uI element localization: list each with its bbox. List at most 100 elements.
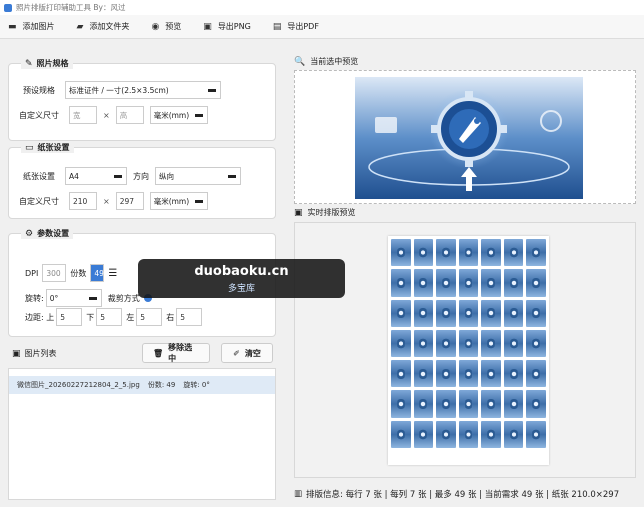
list-item-rotation: 旋转: 0° <box>183 381 210 389</box>
photo-tile <box>526 360 546 388</box>
status-bar: ▥ 排版信息: 每行 7 张 | 每列 7 张 | 最多 49 张 | 当前需求… <box>294 484 644 504</box>
photo-tile <box>481 360 501 388</box>
paper-sheet <box>388 236 549 465</box>
photo-tile <box>436 299 456 327</box>
current-preview-title: 当前选中预览 <box>310 57 359 66</box>
photo-tile <box>436 329 456 358</box>
paper-select[interactable]: A4 <box>65 167 127 185</box>
margin-bottom-label: 下 <box>86 312 95 322</box>
photo-grid <box>391 239 546 448</box>
broom-icon: ✐ <box>233 348 240 358</box>
chevron-down-icon <box>87 291 98 305</box>
photo-tile <box>458 329 479 358</box>
photo-tile <box>458 299 479 327</box>
add-image-button[interactable]: ▬ 添加图片 <box>0 17 63 37</box>
photo-tile <box>413 360 434 388</box>
image-list[interactable]: 微信图片_20260227212804_2_5.jpg 份数: 49 旋转: 0… <box>8 368 276 500</box>
folder-icon: ▰ <box>76 21 84 32</box>
photo-width-input[interactable]: 宽 <box>69 106 97 124</box>
eye-icon: ◉ <box>151 21 160 32</box>
margin-right-input[interactable]: 5 <box>176 308 203 326</box>
photo-tile <box>526 269 546 297</box>
layout-preview-title: 实时排版预览 <box>307 208 356 217</box>
current-preview-header: 🔍 当前选中预览 <box>294 56 358 67</box>
document-icon: ▭ <box>25 142 34 153</box>
dpi-input[interactable]: 300 <box>42 264 67 282</box>
watermark-main: duobaoku.cn <box>194 264 289 279</box>
photo-tile <box>503 420 524 448</box>
app-icon <box>4 3 12 12</box>
chevron-down-icon <box>207 83 217 97</box>
stepper-icon[interactable]: ☰ <box>108 268 117 279</box>
photo-spec-title-text: 照片规格 <box>36 59 69 68</box>
times-sign: × <box>103 196 110 206</box>
preview-label: 预览 <box>165 22 182 31</box>
export-image-icon: ▣ <box>203 21 212 32</box>
photo-unit-select[interactable]: 毫米(mm) <box>149 106 208 124</box>
copies-input[interactable]: 49 <box>90 264 105 282</box>
photo-custom-size-label: 自定义尺寸 <box>19 110 59 120</box>
paper-unit-select[interactable]: 毫米(mm) <box>149 192 208 210</box>
remove-selected-button[interactable]: 🗑 移除选中 <box>142 343 210 363</box>
copies-label: 份数 <box>70 268 87 278</box>
paper-label: 纸张设置 <box>23 171 55 181</box>
export-png-button[interactable]: ▣ 导出PNG <box>195 17 259 37</box>
chart-icon: ▥ <box>294 489 303 499</box>
paper-custom-size-label: 自定义尺寸 <box>19 196 59 206</box>
photo-height-input[interactable]: 高 <box>115 106 144 124</box>
photo-tile <box>458 420 479 448</box>
gear-icon: ⚙ <box>25 228 34 239</box>
paper-value: A4 <box>69 171 79 181</box>
margin-row: 边距: 上 5 下 5 左 5 右 5 <box>25 308 203 326</box>
preview-button[interactable]: ◉ 预览 <box>143 17 189 37</box>
paper-size-row: 纸张设置 A4 方向 纵向 <box>23 167 241 185</box>
layout-preview-header: ▣ 实时排版预览 <box>294 207 356 218</box>
margin-bottom-input[interactable]: 5 <box>96 308 123 326</box>
rotation-row: 旋转: 0° 裁剪方式 <box>25 289 152 307</box>
remove-selected-label: 移除选中 <box>168 343 193 363</box>
photo-tile <box>391 269 411 297</box>
photo-tile <box>458 269 479 297</box>
photo-tile <box>503 329 524 358</box>
image-icon: ▣ <box>12 348 21 359</box>
chevron-down-icon <box>193 194 204 208</box>
clear-button[interactable]: ✐ 清空 <box>221 343 273 363</box>
preset-value: 标准证件 / 一寸(2.5×3.5cm) <box>69 85 169 95</box>
title-bar: 照片排版打印辅助工具 By：风过 <box>0 0 644 15</box>
paper-width-input[interactable]: 210 <box>69 192 97 210</box>
photo-tile <box>481 269 501 297</box>
export-pdf-button[interactable]: ▤ 导出PDF <box>265 17 327 37</box>
preset-row: 预设规格 标准证件 / 一寸(2.5×3.5cm) <box>23 81 221 99</box>
photo-tile <box>413 239 434 267</box>
preset-select[interactable]: 标准证件 / 一寸(2.5×3.5cm) <box>65 81 221 99</box>
export-png-label: 导出PNG <box>217 22 251 31</box>
photo-tile <box>503 390 524 418</box>
export-pdf-label: 导出PDF <box>287 22 319 31</box>
add-folder-label: 添加文件夹 <box>89 22 130 31</box>
orientation-value: 纵向 <box>159 171 174 181</box>
margin-left-label: 左 <box>126 312 135 322</box>
photo-tile <box>526 329 546 358</box>
photo-tile <box>413 390 434 418</box>
add-image-label: 添加图片 <box>22 22 55 31</box>
paper-group: ▭ 纸张设置 纸张设置 A4 方向 纵向 自定义尺寸 210 × 297 毫米(… <box>8 142 276 219</box>
custom-size-row: 自定义尺寸 宽 × 高 毫米(mm) <box>19 106 208 124</box>
photo-tile <box>436 420 456 448</box>
add-folder-button[interactable]: ▰ 添加文件夹 <box>69 17 138 37</box>
rotation-select[interactable]: 0° <box>45 289 102 307</box>
margin-left-input[interactable]: 5 <box>136 308 163 326</box>
photo-tile <box>391 329 411 358</box>
paper-height-input[interactable]: 297 <box>115 192 144 210</box>
list-item[interactable]: 微信图片_20260227212804_2_5.jpg 份数: 49 旋转: 0… <box>9 376 275 394</box>
photo-tile <box>458 360 479 388</box>
photo-tile <box>503 360 524 388</box>
margin-top-input[interactable]: 5 <box>56 308 83 326</box>
photo-tile <box>481 390 501 418</box>
image-list-title: 图片列表 <box>24 349 57 358</box>
photo-spec-title: ✎ 照片规格 <box>21 58 73 69</box>
list-item-copies: 份数: 49 <box>147 381 176 389</box>
toolbar: ▬ 添加图片 ▰ 添加文件夹 ◉ 预览 ▣ 导出PNG ▤ 导出PDF <box>0 15 644 39</box>
orientation-select[interactable]: 纵向 <box>155 167 241 185</box>
margin-right-label: 右 <box>166 312 175 322</box>
crop-label: 裁剪方式 <box>107 293 140 303</box>
